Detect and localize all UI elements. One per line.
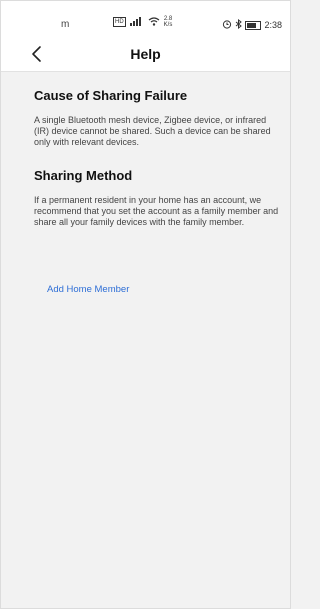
carrier-label: m [61, 19, 70, 30]
section-title-sharing-failure: Cause of Sharing Failure [34, 88, 188, 103]
page-title: Help [130, 46, 161, 62]
status-bar: m HD 2.8 K/s 2:38 [1, 1, 290, 37]
section-text-sharing-failure: A single Bluetooth mesh device, Zigbee d… [34, 115, 271, 147]
app-frame: m HD 2.8 K/s 2:38 Help Cause of Sharing … [0, 0, 291, 609]
section-text-sharing-method: If a permanent resident in your home has… [34, 195, 279, 227]
speed-unit: K/s [163, 22, 173, 28]
wifi-icon [148, 16, 160, 28]
hd-badge: HD [113, 17, 126, 27]
add-home-member-link[interactable]: Add Home Member [47, 284, 129, 295]
bluetooth-icon [235, 18, 243, 31]
status-time: 2:38 [264, 20, 282, 30]
section-title-sharing-method: Sharing Method [34, 168, 133, 183]
status-right-group: 2:38 [222, 18, 282, 31]
signal-icon [129, 16, 144, 28]
alarm-icon [222, 19, 232, 31]
network-speed: 2.8 K/s [164, 16, 173, 28]
navigation-bar: Help [1, 37, 290, 72]
network-indicators: HD 2.8 K/s [113, 16, 172, 28]
battery-icon [245, 20, 262, 30]
